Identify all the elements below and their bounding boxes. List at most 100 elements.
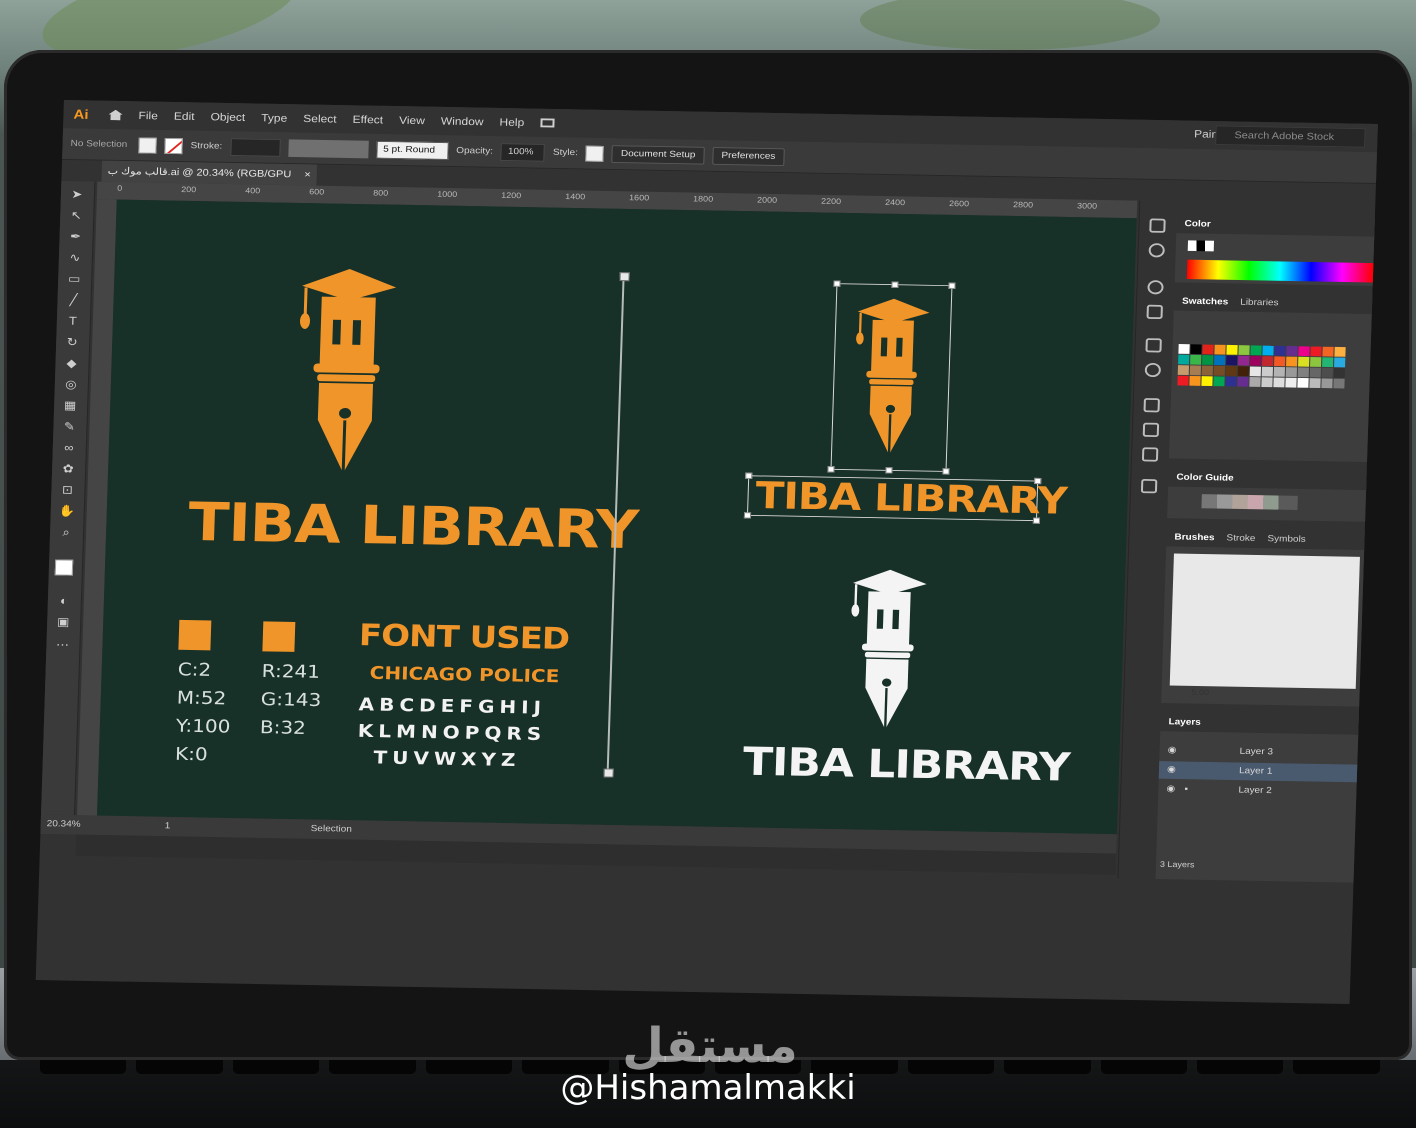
more-tools-icon[interactable]: ⋯: [54, 638, 70, 652]
color-guide-panel: Color Guide: [1167, 467, 1367, 522]
close-tab-icon[interactable]: ×: [304, 164, 311, 185]
direct-selection-tool-icon[interactable]: ↖: [68, 208, 84, 222]
menu-help[interactable]: Help: [499, 116, 524, 129]
curvature-tool-icon[interactable]: ∿: [67, 251, 83, 265]
rotate-tool-icon[interactable]: ↻: [64, 335, 80, 349]
shape-builder-tool-icon[interactable]: ◎: [63, 377, 79, 391]
layers-title[interactable]: Layers: [1168, 717, 1201, 727]
graphic-style-swatch[interactable]: [585, 145, 605, 162]
current-tool-name: Selection: [310, 823, 352, 835]
home-icon[interactable]: [108, 110, 122, 121]
arrange-documents-icon[interactable]: [540, 118, 555, 128]
appearance-icon[interactable]: [1144, 362, 1162, 378]
brand-title-orange[interactable]: TIBA LIBRARY: [187, 491, 639, 561]
brush-library[interactable]: [1169, 553, 1360, 689]
info-icon[interactable]: [1148, 243, 1165, 258]
fill-swatch[interactable]: [138, 137, 157, 154]
rectangle-tool-icon[interactable]: ▭: [66, 272, 82, 286]
ruler-tick: 200: [181, 184, 197, 194]
stroke-tab[interactable]: Stroke: [1226, 533, 1255, 543]
logo-mark-orange[interactable]: [288, 264, 405, 477]
color-wheel-icon[interactable]: [1147, 280, 1164, 295]
hand-tool-icon[interactable]: ✋: [59, 504, 76, 517]
brand-title-selected[interactable]: TIBA LIBRARY: [755, 474, 1067, 523]
artboard-tool-icon[interactable]: ⊡: [59, 483, 75, 497]
paintbrush-tool-icon[interactable]: ╱: [65, 293, 81, 307]
color-panel-title[interactable]: Color: [1184, 219, 1210, 229]
properties-icon[interactable]: [1149, 218, 1166, 233]
pathfinder-icon[interactable]: [1141, 447, 1159, 462]
zoom-level[interactable]: 20.34%: [46, 815, 81, 835]
layer-name: Layer 3: [1239, 746, 1274, 757]
menu-effect[interactable]: Effect: [352, 113, 383, 126]
brush-size: 5.00: [1191, 687, 1210, 697]
ruler-tick: 600: [309, 187, 325, 197]
screen-mode-icon[interactable]: ▣: [55, 615, 71, 629]
image-trace-icon[interactable]: [1146, 304, 1163, 320]
photo-scene: Ai File Edit Object Type Select Effect V…: [0, 0, 1416, 1128]
align-icon[interactable]: [1142, 422, 1160, 438]
menu-select[interactable]: Select: [303, 112, 337, 125]
variable-width-profile[interactable]: [287, 138, 369, 158]
libraries-tab[interactable]: Libraries: [1240, 297, 1279, 307]
rgb-swatch[interactable]: [262, 621, 296, 652]
symbol-sprayer-tool-icon[interactable]: ✿: [60, 462, 76, 476]
color-guide-title[interactable]: Color Guide: [1176, 472, 1234, 483]
preferences-button[interactable]: Preferences: [712, 146, 785, 166]
gradient-tool-icon[interactable]: ▦: [62, 399, 78, 412]
ruler-tick: 1200: [501, 190, 522, 200]
brand-title-white[interactable]: TIBA LIBRARY: [742, 739, 1070, 790]
swatches-tab[interactable]: Swatches: [1182, 296, 1228, 307]
font-used-label: FONT USED: [358, 617, 570, 657]
menu-file[interactable]: File: [138, 109, 158, 122]
eyedropper-tool-icon[interactable]: ✎: [61, 420, 77, 433]
color-panel: Color: [1174, 213, 1375, 286]
menu-type[interactable]: Type: [261, 112, 287, 125]
symbols-tab[interactable]: Symbols: [1267, 534, 1306, 544]
ruler-tick: 1800: [692, 194, 714, 204]
harmony-swatches[interactable]: [1201, 494, 1298, 511]
eraser-tool-icon[interactable]: ◆: [63, 356, 79, 370]
brush-definition[interactable]: 5 pt. Round: [375, 140, 449, 160]
logo-mark-selected[interactable]: [847, 292, 936, 461]
menu-view[interactable]: View: [399, 114, 425, 127]
layer-row[interactable]: ◉ Layer 1: [1158, 761, 1358, 783]
visibility-eye-icon[interactable]: ◉: [1167, 761, 1176, 779]
ruler-tick: 2600: [948, 198, 970, 209]
stroke-weight-input[interactable]: [229, 137, 281, 157]
opacity-input[interactable]: 100%: [500, 142, 546, 162]
color-fill-stroke-icon[interactable]: [1187, 240, 1215, 252]
drawing-modes-icon[interactable]: ◐: [56, 594, 72, 608]
artboard[interactable]: TIBA LIBRARY C:2 M:52 Y:100 K:0 R:241 G:…: [97, 199, 1137, 835]
layer-row[interactable]: ◉ Layer 3: [1159, 742, 1358, 763]
stroke-swatch[interactable]: [164, 137, 183, 154]
export-icon[interactable]: [1140, 478, 1158, 494]
logo-mark-white[interactable]: [842, 565, 933, 734]
visibility-eye-icon[interactable]: ◉: [1166, 781, 1175, 799]
lock-icon[interactable]: ▪: [1184, 781, 1188, 799]
type-tool-icon[interactable]: T: [65, 314, 81, 328]
alphabet-row-2: KLMNOPQRS: [357, 719, 547, 745]
selection-tool-icon[interactable]: ➤: [69, 187, 85, 201]
pen-tool-icon[interactable]: ✒: [67, 230, 83, 243]
visibility-eye-icon[interactable]: ◉: [1167, 742, 1176, 760]
blend-tool-icon[interactable]: ∞: [61, 441, 77, 455]
brushes-tab[interactable]: Brushes: [1174, 532, 1214, 542]
transform-icon[interactable]: [1143, 398, 1160, 413]
menu-edit[interactable]: Edit: [174, 110, 195, 123]
brushes-panel: Brushes Stroke Symbols 5.00: [1161, 526, 1365, 707]
artboard-navigator[interactable]: 1: [164, 817, 171, 836]
menu-object[interactable]: Object: [210, 111, 245, 124]
swatch-grid[interactable]: [1177, 344, 1346, 389]
cmyk-y: Y:100: [175, 714, 231, 738]
document-setup-button[interactable]: Document Setup: [611, 144, 705, 165]
gradient-icon[interactable]: [1145, 338, 1162, 353]
adobe-stock-search[interactable]: Search Adobe Stock: [1215, 125, 1366, 148]
layer-row[interactable]: ◉ ▪ Layer 2: [1158, 780, 1357, 801]
menu-window[interactable]: Window: [441, 115, 484, 128]
zoom-tool-icon[interactable]: ⌕: [58, 525, 74, 539]
color-spectrum[interactable]: [1186, 259, 1374, 283]
swatches-panel: Swatches Libraries: [1169, 291, 1373, 462]
cmyk-swatch[interactable]: [178, 619, 212, 651]
fill-stroke-icon[interactable]: [54, 559, 74, 576]
